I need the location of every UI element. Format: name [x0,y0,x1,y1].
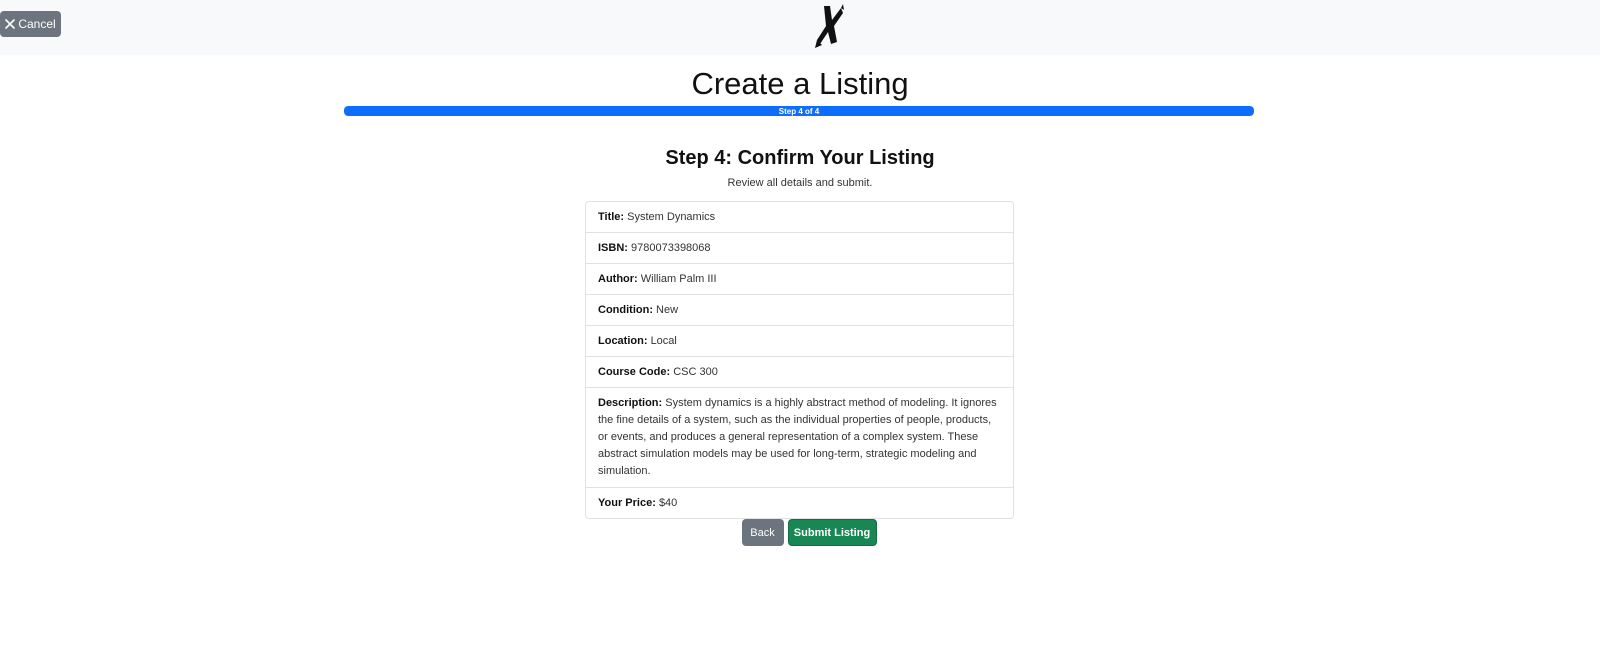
cancel-button[interactable]: Cancel [0,11,61,37]
step-title: Step 4: Confirm Your Listing [665,147,935,169]
detail-value: Local [650,335,677,347]
detail-row-isbn: ISBN: 9780073398068 [586,233,1013,264]
progress-label: Step 4 of 4 [778,106,820,116]
logo-icon [815,4,844,48]
detail-label: Condition: [598,304,657,316]
detail-label: Your Price: [598,497,659,509]
close-icon [5,19,16,29]
step-subtitle: Review all details and submit. [727,177,873,189]
back-button[interactable]: Back [741,519,784,546]
detail-row-condition: Condition: New [586,295,1013,326]
detail-label: Course Code: [598,366,674,378]
submit-listing-button[interactable]: Submit Listing [787,519,877,546]
detail-label: Author: [598,273,641,285]
detail-label: Title: [598,211,628,223]
detail-value: 9780073398068 [631,242,711,254]
form-actions: Back Submit Listing [0,519,1600,546]
cancel-label: Cancel [18,17,56,31]
page-title: Create a Listing [691,66,909,101]
detail-row-price: Your Price: $40 [586,488,1013,518]
detail-label: ISBN: [598,242,631,254]
detail-row-description: Description: System dynamics is a highly… [586,388,1013,488]
detail-label: Description: [598,397,666,409]
detail-row-title: Title: System Dynamics [586,202,1013,233]
detail-label: Location: [598,335,651,347]
detail-row-author: Author: William Palm III [586,264,1013,295]
listing-summary-card: Title: System Dynamics ISBN: 97800733980… [585,201,1014,519]
detail-row-course-code: Course Code: CSC 300 [586,357,1013,388]
detail-value: System dynamics is a highly abstract met… [598,397,997,477]
detail-value: System Dynamics [627,211,716,223]
detail-value: New [656,304,679,316]
detail-value: CSC 300 [673,366,718,378]
top-navbar: Cancel [0,0,1600,55]
detail-value: William Palm III [640,273,717,285]
progress-fill: Step 4 of 4 [344,106,1254,116]
detail-row-location: Location: Local [586,326,1013,357]
detail-value: $40 [658,497,678,509]
progress-bar: Step 4 of 4 [344,106,1254,116]
